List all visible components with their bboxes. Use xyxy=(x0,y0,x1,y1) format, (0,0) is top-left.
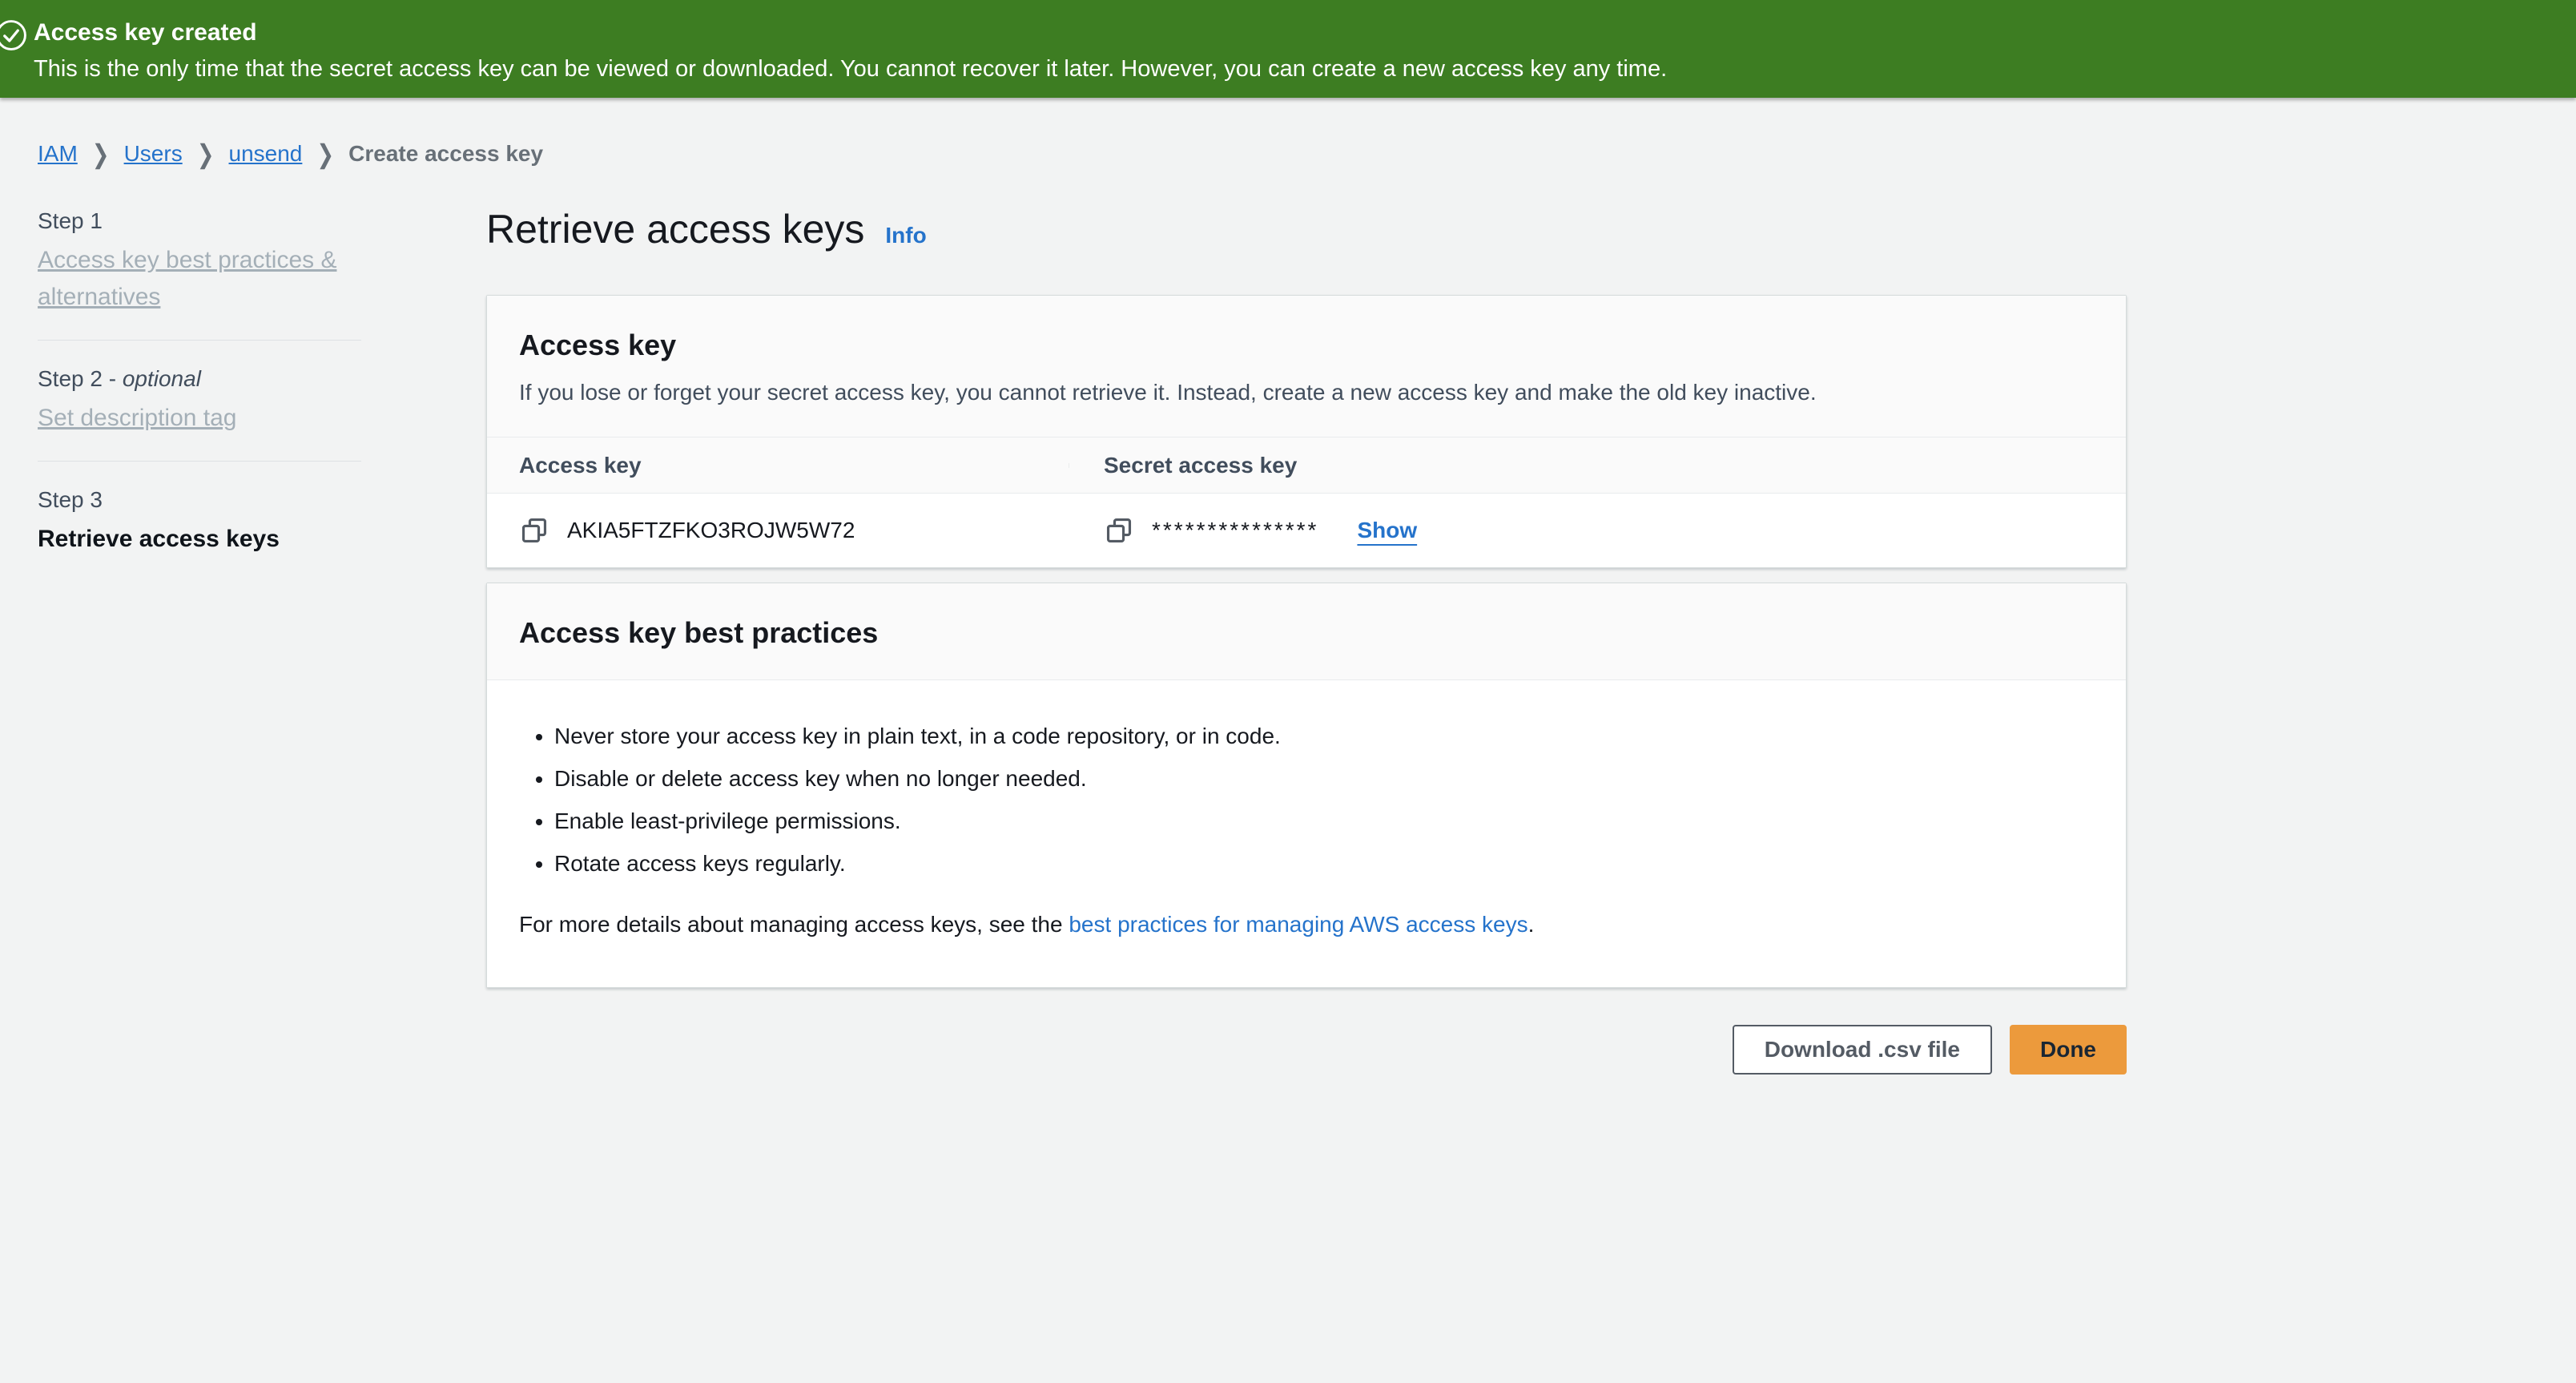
best-practices-content: Never store your access key in plain tex… xyxy=(487,680,2126,987)
best-practices-card-header: Access key best practices xyxy=(487,583,2126,680)
step-1-label: Step 1 xyxy=(38,207,361,236)
breadcrumb-current: Create access key xyxy=(348,141,543,167)
breadcrumb: IAM ❯ Users ❯ unsend ❯ Create access key xyxy=(38,141,543,167)
success-banner: Access key created This is the only time… xyxy=(0,0,2576,98)
key-table-header: Access key Secret access key xyxy=(487,437,2126,494)
column-header-access-key: Access key xyxy=(519,453,642,478)
key-table-row: AKIA5FTZFKO3ROJW5W72 *************** Sho… xyxy=(487,494,2126,567)
access-key-value: AKIA5FTZFKO3ROJW5W72 xyxy=(567,518,855,543)
breadcrumb-link-unsend[interactable]: unsend xyxy=(229,141,303,167)
step-2: Step 2 - optional Set description tag xyxy=(38,365,361,437)
column-header-secret-access-key: Secret access key xyxy=(1104,453,1297,478)
check-circle-icon xyxy=(0,18,29,53)
divider xyxy=(38,461,361,462)
step-1-link[interactable]: Access key best practices & alternatives xyxy=(38,242,361,316)
access-key-card-title: Access key xyxy=(519,328,2094,363)
best-practice-item: Disable or delete access key when no lon… xyxy=(554,763,2094,795)
action-buttons: Download .csv file Done xyxy=(486,1025,2127,1075)
banner-message: This is the only time that the secret ac… xyxy=(34,51,2544,87)
best-practices-card-title: Access key best practices xyxy=(519,615,2094,651)
page-title: Retrieve access keys xyxy=(486,202,864,256)
divider xyxy=(38,340,361,341)
info-link[interactable]: Info xyxy=(885,223,926,248)
best-practice-item: Enable least-privilege permissions. xyxy=(554,805,2094,837)
download-csv-button[interactable]: Download .csv file xyxy=(1733,1025,1992,1075)
copy-icon[interactable] xyxy=(1104,515,1134,546)
breadcrumb-link-users[interactable]: Users xyxy=(124,141,183,167)
step-3-label: Step 3 xyxy=(38,486,361,514)
step-2-link[interactable]: Set description tag xyxy=(38,400,361,437)
done-button[interactable]: Done xyxy=(2010,1025,2127,1075)
access-key-card: Access key If you lose or forget your se… xyxy=(486,295,2127,568)
step-3: Step 3 Retrieve access keys xyxy=(38,486,361,556)
show-secret-link[interactable]: Show xyxy=(1357,518,1417,543)
best-practices-doc-link[interactable]: best practices for managing AWS access k… xyxy=(1069,912,1527,937)
access-key-card-description: If you lose or forget your secret access… xyxy=(519,377,2094,408)
banner-title: Access key created xyxy=(34,16,2544,50)
breadcrumb-link-iam[interactable]: IAM xyxy=(38,141,78,167)
chevron-right-icon: ❯ xyxy=(197,140,215,168)
chevron-right-icon: ❯ xyxy=(92,140,110,168)
best-practice-item: Rotate access keys regularly. xyxy=(554,848,2094,880)
chevron-right-icon: ❯ xyxy=(316,140,334,168)
access-key-card-header: Access key If you lose or forget your se… xyxy=(487,296,2126,437)
best-practices-card: Access key best practices Never store yo… xyxy=(486,583,2127,988)
step-1: Step 1 Access key best practices & alter… xyxy=(38,207,361,316)
step-2-label: Step 2 - optional xyxy=(38,365,361,393)
page-title-row: Retrieve access keys Info xyxy=(486,202,2127,256)
copy-icon[interactable] xyxy=(519,515,549,546)
secret-access-key-masked: *************** xyxy=(1152,518,1318,543)
best-practice-item: Never store your access key in plain tex… xyxy=(554,720,2094,752)
step-3-current: Retrieve access keys xyxy=(38,522,361,556)
best-practices-list: Never store your access key in plain tex… xyxy=(519,720,2094,880)
best-practices-footer: For more details about managing access k… xyxy=(519,909,2094,941)
step-nav: Step 1 Access key best practices & alter… xyxy=(38,207,361,556)
main-content: Retrieve access keys Info Access key If … xyxy=(486,202,2127,1075)
